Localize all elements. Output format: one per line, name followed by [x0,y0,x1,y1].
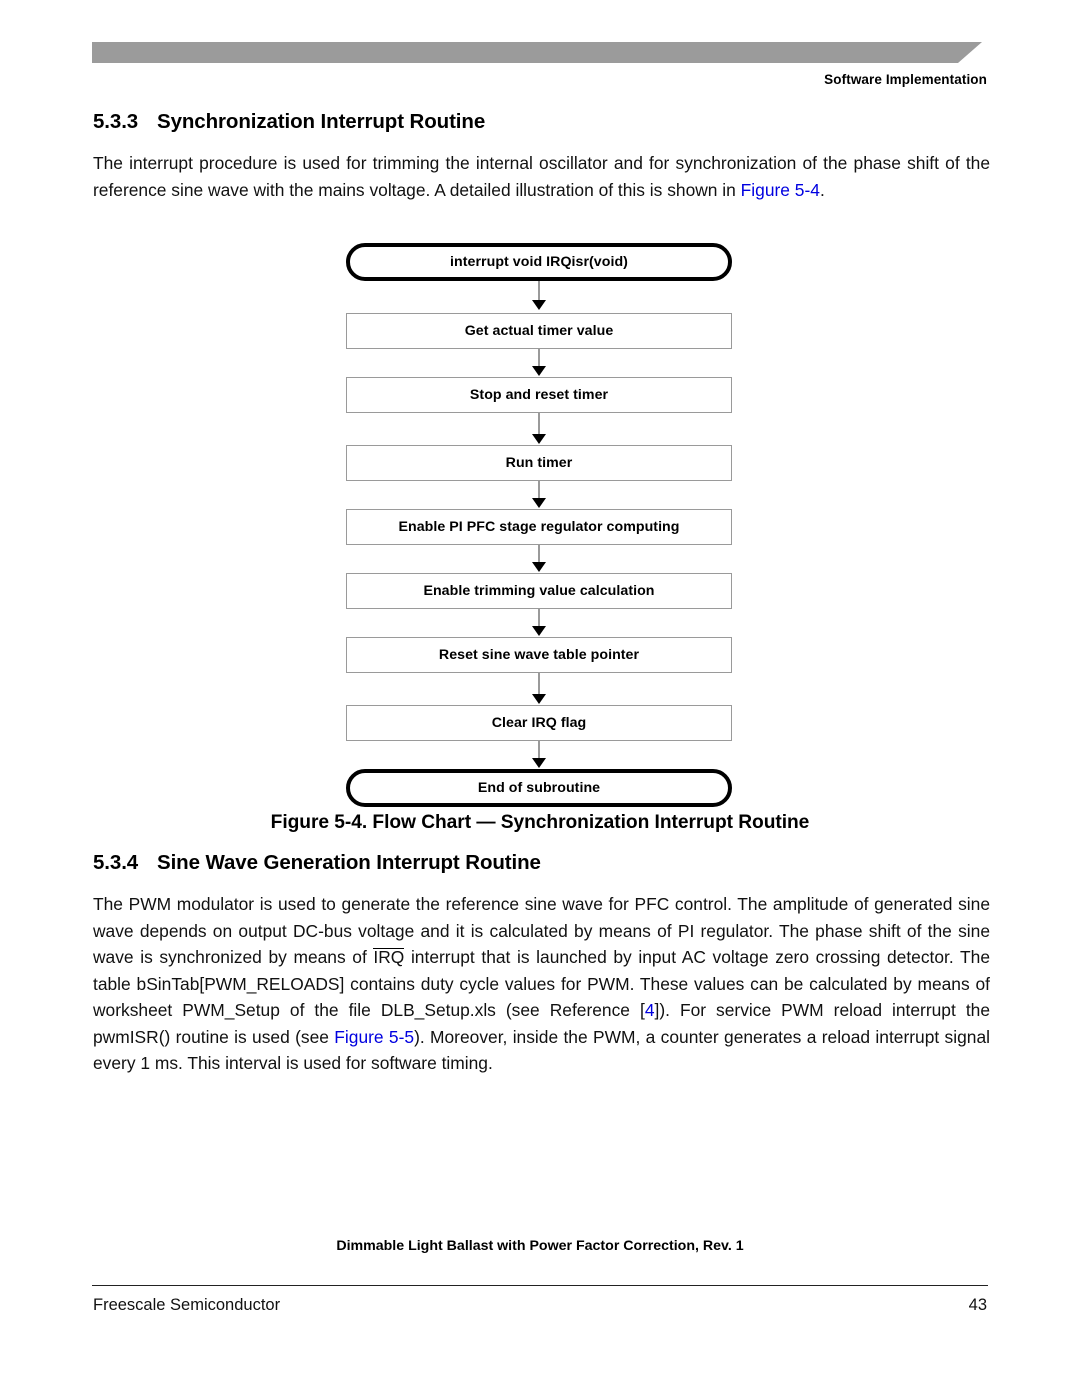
flow-node-end: End of subroutine [346,769,732,807]
flow-node-6-label: Reset sine wave table pointer [438,647,640,663]
document-page: Software Implementation 5.3.3 Synchroniza… [0,0,1080,1397]
flow-node-3-label: Run timer [505,455,573,471]
section-title-533: Synchronization Interrupt Routine [157,110,486,133]
flow-node-clear-irq-flag: Clear IRQ flag [346,705,732,741]
irq-overlined-label: IRQ [373,947,405,967]
flow-node-enable-trimming-value-calculation: Enable trimming value calculation [346,573,732,609]
figure-5-4-link[interactable]: Figure 5-4 [741,180,820,200]
paragraph-sine-wave-generation: The PWM modulator is used to generate th… [93,891,990,1077]
paragraph-synchronization-intro: The interrupt procedure is used for trim… [93,150,990,203]
flow-node-7-label: Clear IRQ flag [491,715,587,731]
footer-page-number: 43 [968,1296,987,1314]
figure-caption-5-4: Figure 5-4. Flow Chart — Synchronization… [270,812,810,833]
flowchart-synchronization-interrupt-routine: interrupt void IRQisr(void) Get actual t… [346,243,732,808]
footer-document-title: Dimmable Light Ballast with Power Factor… [336,1238,744,1254]
flow-node-start: interrupt void IRQisr(void) [346,243,732,281]
section-number-533: 5.3.3 [93,110,139,133]
page-title-section-534: 5.3.4 Sine Wave Generation Interrupt Rout… [93,851,541,875]
flow-node-4-label: Enable PI PFC stage regulator computing [398,519,680,535]
flow-node-1-label: Get actual timer value [464,323,614,339]
flow-node-end-label: End of subroutine [477,780,601,796]
flow-node-5-label: Enable trimming value calculation [423,583,655,599]
flow-node-start-label: interrupt void IRQisr(void) [450,254,628,270]
section-number-534: 5.3.4 [93,851,139,874]
footer-company: Freescale Semiconductor [93,1296,281,1314]
paragraph-1-text-part2: . [819,179,825,200]
running-head: Software Implementation [824,72,987,87]
flow-node-get-actual-timer-value: Get actual timer value [346,313,732,349]
flow-node-2-label: Stop and reset timer [469,387,609,403]
page-title-section-533: 5.3.3 Synchronization Interrupt Routine [93,110,485,134]
header-banner-graphic [92,42,982,63]
figure-5-5-link[interactable]: Figure 5-5 [334,1027,414,1047]
flow-node-reset-sine-wave-table-pointer: Reset sine wave table pointer [346,637,732,673]
flow-node-enable-pi-pfc-regulator: Enable PI PFC stage regulator computing [346,509,732,545]
paragraph-1-text-part1: The interrupt procedure is used for trim… [93,153,990,200]
section-title-534: Sine Wave Generation Interrupt Routine [157,851,541,874]
flow-node-stop-and-reset-timer: Stop and reset timer [346,377,732,413]
footer-divider [92,1285,988,1286]
flow-node-run-timer: Run timer [346,445,732,481]
